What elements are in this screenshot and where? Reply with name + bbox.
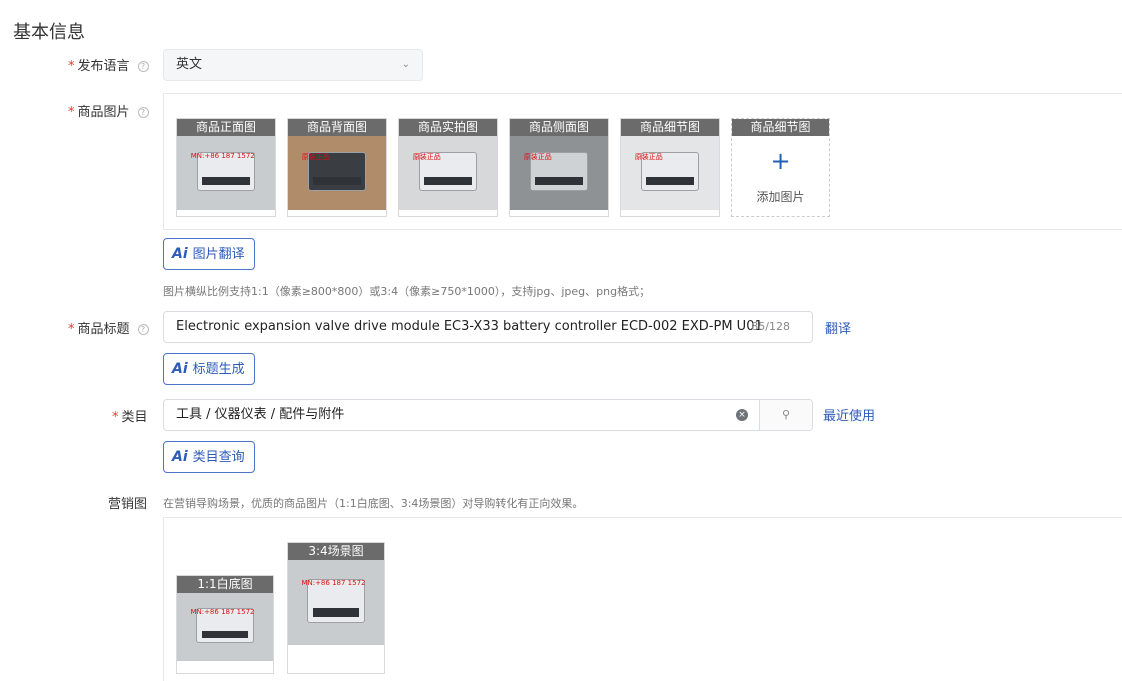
product-image-thumb[interactable]: 商品细节图 原装正品	[620, 118, 720, 217]
product-photo: MN:+86 187 1572	[288, 560, 384, 645]
product-image-thumb[interactable]: 商品背面图 原装正品	[287, 118, 387, 217]
product-photo: 原装正品	[621, 136, 719, 210]
section-title: 基本信息	[13, 22, 85, 43]
plus-icon: +	[770, 147, 791, 175]
title-char-count: 85/128	[751, 320, 790, 333]
title-value: Electronic expansion valve drive module …	[176, 319, 763, 334]
product-image-thumb[interactable]: 商品实拍图 原装正品	[398, 118, 498, 217]
thumb-caption: 商品侧面图	[510, 119, 608, 136]
thumb-caption: 商品正面图	[177, 119, 275, 136]
category-input[interactable]: 工具 / 仪器仪表 / 配件与附件 × ⚲	[163, 399, 813, 431]
product-photo: 原装正品	[510, 136, 608, 210]
thumb-caption: 商品细节图	[732, 119, 829, 136]
title-label: * 商品标题?	[68, 318, 149, 337]
category-query-button[interactable]: Ai 类目查询	[163, 441, 255, 473]
images-label: * 商品图片?	[68, 101, 149, 120]
product-photo: MN:+86 187 1572	[177, 593, 273, 661]
ai-icon: Ai	[172, 449, 188, 465]
marketing-label: 营销图	[108, 497, 148, 512]
title-input[interactable]: Electronic expansion valve drive module …	[163, 311, 813, 343]
chevron-down-icon: ⌄	[401, 59, 410, 70]
marketing-images-panel: 1:1白底图 MN:+86 187 1572 3:4场景图 MN:+86 187…	[163, 517, 1122, 681]
help-circle-icon[interactable]: ?	[137, 107, 149, 118]
thumb-caption: 3:4场景图	[288, 543, 384, 560]
clear-icon[interactable]: ×	[736, 409, 748, 421]
marketing-hint: 在营销导购场景，优质的商品图片（1:1白底图、3:4场景图）对导购转化有正向效果…	[163, 497, 584, 510]
thumb-caption: 商品实拍图	[399, 119, 497, 136]
thumb-caption: 1:1白底图	[177, 576, 273, 593]
images-hint: 图片横纵比例支持1:1（像素≥800*800）或3:4（像素≥750*1000）…	[163, 285, 651, 298]
search-icon[interactable]: ⚲	[759, 400, 812, 430]
ai-icon: Ai	[172, 361, 188, 377]
translate-link[interactable]: 翻译	[825, 318, 851, 337]
language-label: * 发布语言?	[68, 55, 149, 74]
language-select[interactable]: 英文 ⌄	[163, 49, 423, 81]
add-image-button[interactable]: 商品细节图 + 添加图片	[731, 118, 830, 217]
recent-used-link[interactable]: 最近使用	[823, 405, 875, 424]
category-value: 工具 / 仪器仪表 / 配件与附件	[176, 407, 345, 422]
scene-image[interactable]: 3:4场景图 MN:+86 187 1572	[287, 542, 385, 674]
thumb-caption: 商品背面图	[288, 119, 386, 136]
product-photo: 原装正品	[288, 136, 386, 210]
image-translate-button[interactable]: Ai 图片翻译	[163, 238, 255, 270]
help-circle-icon[interactable]: ?	[137, 324, 149, 335]
product-image-thumb[interactable]: 商品正面图 MN:+86 187 1572	[176, 118, 276, 217]
product-photo: 原装正品	[399, 136, 497, 210]
thumb-caption: 商品细节图	[621, 119, 719, 136]
help-circle-icon[interactable]: ?	[137, 61, 149, 72]
category-label: * 类目	[112, 410, 148, 425]
add-image-text: 添加图片	[756, 190, 805, 204]
title-generate-button[interactable]: Ai 标题生成	[163, 353, 255, 385]
product-images-panel: 商品正面图 MN:+86 187 1572 商品背面图 原装正品 商品实拍图 原…	[163, 93, 1122, 230]
product-image-thumb[interactable]: 商品侧面图 原装正品	[509, 118, 609, 217]
product-photo: MN:+86 187 1572	[177, 136, 275, 210]
language-value: 英文	[176, 57, 203, 72]
ai-icon: Ai	[172, 246, 188, 262]
white-bg-image[interactable]: 1:1白底图 MN:+86 187 1572	[176, 575, 274, 674]
